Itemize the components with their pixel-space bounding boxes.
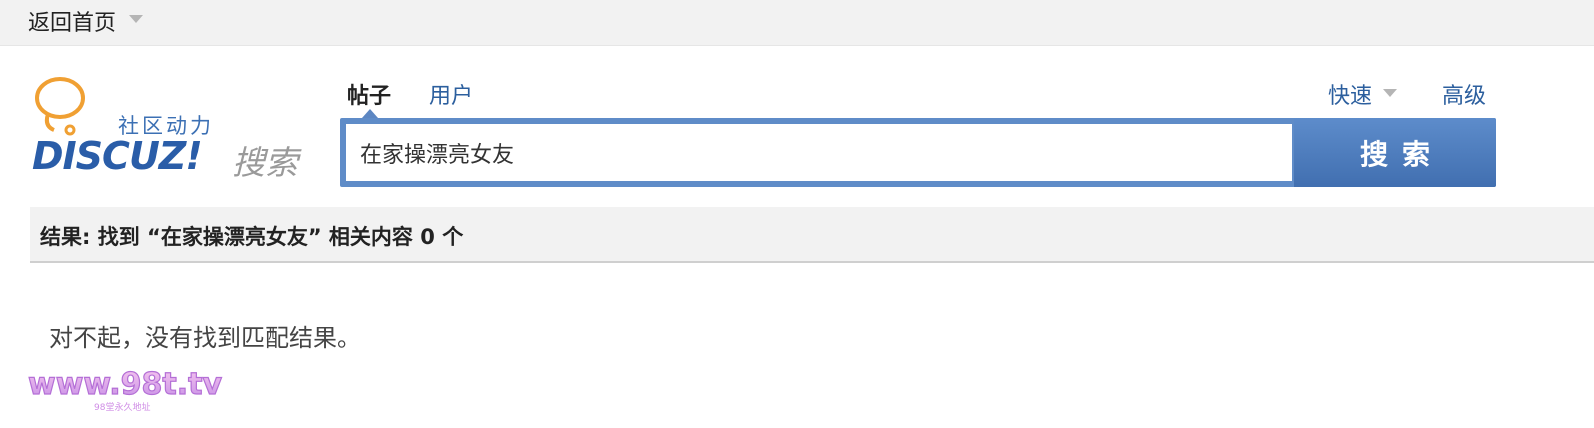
active-tab-pointer-icon: [362, 109, 378, 118]
results-count: 0: [420, 225, 435, 249]
results-summary: 结果: 找到 “在家操漂亮女友” 相关内容 0 个: [40, 221, 463, 251]
logo-wordmark: DISCUZ!: [32, 134, 203, 178]
no-results-message: 对不起，没有找到匹配结果。: [49, 324, 361, 352]
discuz-search-logo[interactable]: 社区动力 DISCUZ! 搜索: [28, 72, 308, 184]
top-bar: 返回首页: [0, 0, 1594, 46]
tab-posts[interactable]: 帖子: [347, 78, 391, 110]
search-box: 搜索: [340, 118, 1496, 187]
quick-search-dropdown[interactable]: 快速: [1328, 78, 1372, 110]
results-summary-prefix: 结果: 找到 “在家操漂亮女友” 相关内容: [40, 225, 413, 249]
search-button[interactable]: 搜索: [1294, 118, 1496, 187]
caret-down-icon[interactable]: [1383, 89, 1397, 97]
back-home-link[interactable]: 返回首页: [28, 5, 116, 37]
advanced-search-link[interactable]: 高级: [1442, 78, 1486, 110]
results-unit: 个: [442, 225, 464, 249]
search-input[interactable]: [346, 124, 1292, 181]
tab-users[interactable]: 用户: [429, 78, 473, 110]
svg-text:www.98t.tv: www.98t.tv: [28, 367, 222, 402]
results-summary-bar: 结果: 找到 “在家操漂亮女友” 相关内容 0 个: [30, 207, 1594, 263]
logo-search-word: 搜索: [232, 143, 298, 182]
site-watermark-logo: www.98t.tv 98堂永久地址: [24, 364, 238, 416]
svg-text:98堂永久地址: 98堂永久地址: [94, 401, 150, 413]
caret-down-icon[interactable]: [129, 15, 143, 23]
speech-bubble-icon: [35, 77, 85, 136]
